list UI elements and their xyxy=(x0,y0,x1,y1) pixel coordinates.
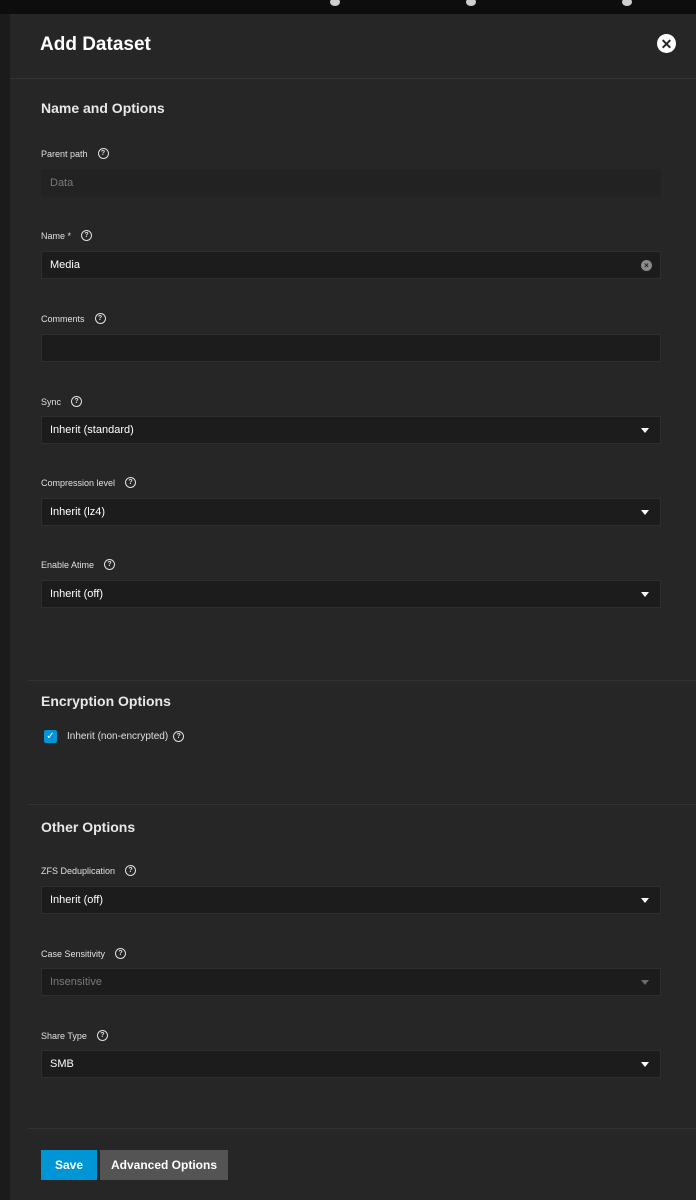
case-sensitivity-label-text: Case Sensitivity xyxy=(41,948,106,959)
section-divider xyxy=(28,1128,696,1129)
chevron-down-icon xyxy=(641,898,649,903)
section-title-name-options: Name and Options xyxy=(41,100,165,116)
compression-value: Inherit (lz4) xyxy=(50,506,106,518)
comments-label-text: Comments xyxy=(41,313,85,324)
help-icon[interactable]: ? xyxy=(115,948,127,959)
name-label: Name * ? xyxy=(41,230,93,241)
top-bar-icon xyxy=(466,0,476,6)
top-bar xyxy=(0,0,696,14)
chevron-down-icon xyxy=(641,980,649,985)
help-icon[interactable]: ? xyxy=(104,559,116,570)
case-sensitivity-value: Insensitive xyxy=(50,976,102,988)
background-page-edge xyxy=(0,14,10,1200)
top-bar-icons xyxy=(330,0,650,8)
compression-select[interactable]: Inherit (lz4) xyxy=(41,498,661,526)
compression-label: Compression level ? xyxy=(41,477,137,488)
parent-path-label-text: Parent path xyxy=(41,148,88,159)
clear-input-icon[interactable]: × xyxy=(641,260,652,271)
comments-input[interactable] xyxy=(41,334,661,362)
help-icon[interactable]: ? xyxy=(173,731,185,742)
atime-value: Inherit (off) xyxy=(50,588,103,600)
chevron-down-icon xyxy=(641,510,649,515)
case-sensitivity-label: Case Sensitivity ? xyxy=(41,948,127,959)
chevron-down-icon xyxy=(641,428,649,433)
top-bar-icon xyxy=(330,0,340,6)
share-type-value: SMB xyxy=(50,1058,74,1070)
name-value: Media xyxy=(50,259,80,271)
share-type-label: Share Type ? xyxy=(41,1030,108,1041)
share-type-label-text: Share Type xyxy=(41,1030,87,1041)
deduplication-label: ZFS Deduplication ? xyxy=(41,865,137,876)
atime-label: Enable Atime ? xyxy=(41,559,116,570)
share-type-select[interactable]: SMB xyxy=(41,1050,661,1078)
compression-label-text: Compression level xyxy=(41,477,116,488)
chevron-down-icon xyxy=(641,592,649,597)
encryption-inherit-label: Inherit (non-encrypted) xyxy=(67,731,169,742)
section-title-encryption-options: Encryption Options xyxy=(41,693,171,709)
close-icon[interactable]: ✕ xyxy=(657,34,676,53)
chevron-down-icon xyxy=(641,1062,649,1067)
help-icon[interactable]: ? xyxy=(96,1030,108,1041)
add-dataset-panel: Add Dataset ✕ Name and Options Parent pa… xyxy=(10,14,696,1200)
sync-label-text: Sync xyxy=(41,396,62,407)
help-icon[interactable]: ? xyxy=(71,396,83,407)
parent-path-label: Parent path ? xyxy=(41,148,109,159)
encryption-inherit-checkbox[interactable]: ✓ xyxy=(44,730,57,743)
help-icon[interactable]: ? xyxy=(81,230,93,241)
save-button[interactable]: Save xyxy=(41,1150,97,1180)
deduplication-label-text: ZFS Deduplication xyxy=(41,865,116,876)
help-icon[interactable]: ? xyxy=(125,477,137,488)
parent-path-value: Data xyxy=(50,177,74,189)
parent-path-input: Data xyxy=(41,169,661,197)
sync-value: Inherit (standard) xyxy=(50,424,134,436)
atime-label-text: Enable Atime xyxy=(41,559,95,570)
sync-select[interactable]: Inherit (standard) xyxy=(41,416,661,444)
help-icon[interactable]: ? xyxy=(125,865,137,876)
deduplication-value: Inherit (off) xyxy=(50,894,103,906)
name-label-text: Name * xyxy=(41,230,72,241)
section-divider xyxy=(28,804,696,805)
name-input[interactable]: Media × xyxy=(41,251,661,279)
section-title-other-options: Other Options xyxy=(41,819,136,835)
help-icon[interactable]: ? xyxy=(94,313,106,324)
encryption-inherit-row: ✓ Inherit (non-encrypted) ? xyxy=(44,730,185,743)
panel-header: Add Dataset ✕ xyxy=(10,14,696,79)
sync-label: Sync ? xyxy=(41,396,83,407)
case-sensitivity-select: Insensitive xyxy=(41,968,661,996)
help-icon[interactable]: ? xyxy=(97,148,109,159)
check-icon: ✓ xyxy=(46,730,55,742)
panel-title: Add Dataset xyxy=(40,34,151,55)
deduplication-select[interactable]: Inherit (off) xyxy=(41,886,661,914)
atime-select[interactable]: Inherit (off) xyxy=(41,580,661,608)
section-divider xyxy=(28,680,696,681)
comments-label: Comments ? xyxy=(41,313,106,324)
top-bar-icon xyxy=(622,0,632,6)
advanced-options-button[interactable]: Advanced Options xyxy=(100,1150,228,1180)
